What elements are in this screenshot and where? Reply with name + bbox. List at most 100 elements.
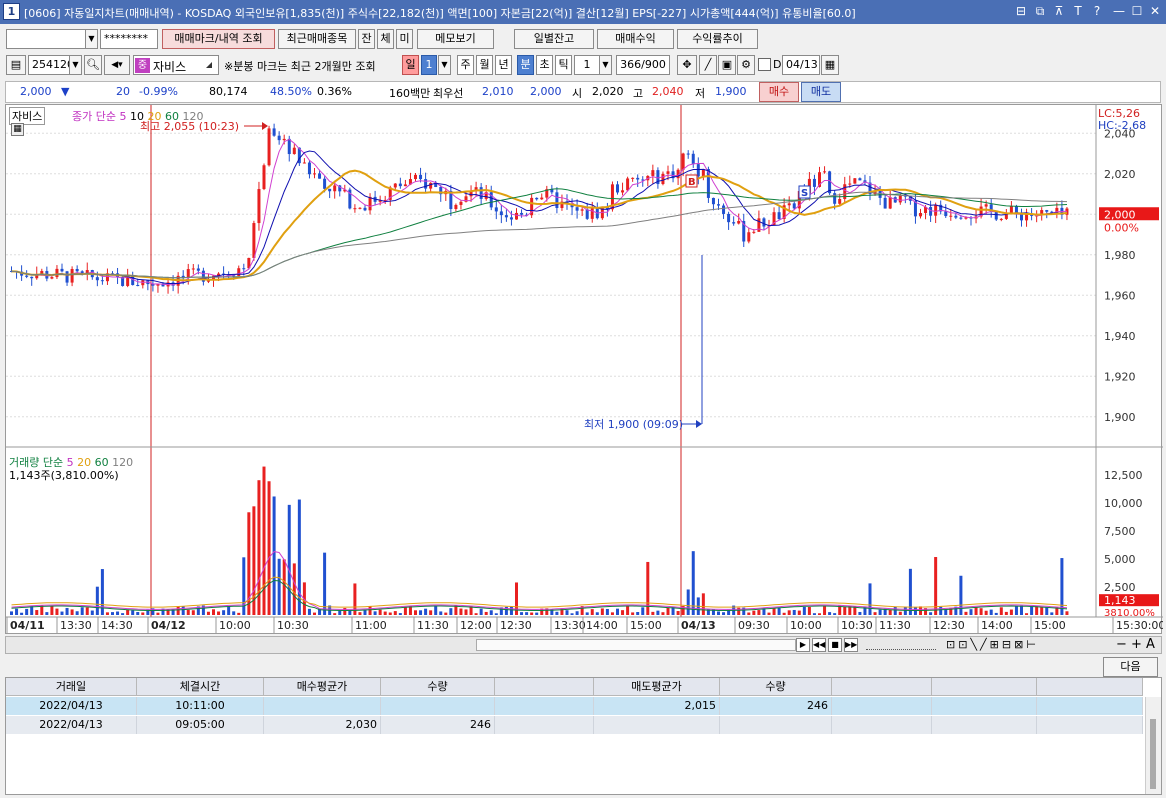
sell-button[interactable]: 매도 bbox=[801, 82, 841, 102]
stock-name-box[interactable]: 중 자비스 bbox=[133, 55, 219, 75]
draw-line-icon[interactable]: ╱ bbox=[699, 55, 717, 75]
volume-bar bbox=[807, 606, 811, 615]
buy-button[interactable]: 매수 bbox=[759, 82, 799, 102]
date-checkbox[interactable] bbox=[758, 58, 771, 71]
x-tick-label: 12:30 bbox=[933, 619, 965, 632]
memo-view-button[interactable]: 메모보기 bbox=[417, 29, 494, 49]
sound-icon[interactable]: ◀▾ bbox=[104, 55, 130, 75]
candle bbox=[186, 269, 190, 278]
volume-bar bbox=[15, 608, 19, 615]
chart-svg[interactable]: 2,0402,0202,0001,9801,9601,9401,9201,900… bbox=[6, 105, 1165, 635]
cell-buy-qty bbox=[381, 697, 495, 715]
zoom-in-out-icon[interactable]: − + A bbox=[1116, 637, 1155, 652]
stock-name: 자비스 bbox=[153, 60, 187, 74]
zoom-tools-icon[interactable]: ⊡⊡╲╱⊞⊟⊠⊢ bbox=[946, 638, 1039, 651]
chart-settings-icon[interactable]: ▤ bbox=[6, 55, 26, 75]
volume-bar bbox=[1060, 558, 1064, 615]
volume-bar bbox=[388, 612, 392, 615]
table-scroll-thumb[interactable] bbox=[1150, 719, 1156, 789]
unexecuted-button[interactable]: 미 bbox=[396, 29, 413, 49]
tab-minute[interactable]: 분 bbox=[517, 55, 534, 75]
rewind-icon[interactable]: ◀◀ bbox=[812, 638, 826, 652]
interval-input[interactable]: 1 bbox=[574, 55, 600, 75]
date-check-label: D bbox=[773, 58, 782, 71]
table-scrollbar[interactable] bbox=[1145, 697, 1161, 794]
scroll-right-icon[interactable]: ▶ bbox=[796, 638, 810, 652]
candle bbox=[353, 208, 357, 210]
stock-badge: 중 bbox=[135, 58, 150, 73]
num-dropdown[interactable]: ▼ bbox=[438, 55, 451, 75]
balance-button[interactable]: 잔 bbox=[358, 29, 375, 49]
candle bbox=[727, 213, 731, 223]
code-dropdown[interactable]: ▼ bbox=[69, 55, 82, 75]
volume-bar bbox=[913, 607, 917, 615]
volume-bar bbox=[777, 607, 781, 615]
candle bbox=[494, 207, 498, 212]
table-row[interactable]: 2022/04/13 09:05:00 2,030 246 bbox=[6, 716, 1143, 734]
date-input[interactable]: 04/13 bbox=[782, 55, 820, 75]
gear-icon[interactable]: ⚙ bbox=[737, 55, 755, 75]
tab-num[interactable]: 1 bbox=[421, 55, 437, 75]
tab-year[interactable]: 년 bbox=[495, 55, 512, 75]
scroll-thumb[interactable] bbox=[476, 639, 796, 651]
table-row[interactable]: 2022/04/13 10:11:00 2,015 246 bbox=[6, 697, 1143, 715]
stock-code-input[interactable]: 254120 bbox=[28, 55, 70, 75]
maximize-icon[interactable]: ☐ bbox=[1130, 4, 1144, 18]
pin-icon[interactable]: ⊼ bbox=[1052, 4, 1066, 18]
volume-bar bbox=[843, 606, 847, 615]
candle bbox=[883, 197, 887, 209]
buy-mark-text: B bbox=[688, 177, 696, 188]
account-input[interactable] bbox=[6, 29, 86, 49]
restore-icon[interactable]: ⊟ bbox=[1014, 4, 1028, 18]
x-tick-label: 15:00 bbox=[1034, 619, 1066, 632]
trade-profit-button[interactable]: 매매수익 bbox=[597, 29, 674, 49]
volume-bar bbox=[903, 606, 907, 615]
recent-trades-button[interactable]: 최근매매종목 bbox=[278, 29, 356, 49]
calendar-icon[interactable]: ▦ bbox=[821, 55, 839, 75]
chart-scrollbar[interactable]: ▶ ◀◀ ■ ▶▶ ⊡⊡╲╱⊞⊟⊠⊢ − + A bbox=[5, 636, 1162, 654]
return-trend-button[interactable]: 수익률추이 bbox=[677, 29, 758, 49]
font-icon[interactable]: T bbox=[1071, 4, 1085, 18]
next-button[interactable]: 다음 bbox=[1103, 657, 1158, 677]
chart-area[interactable]: 2,0402,0202,0001,9801,9601,9401,9201,900… bbox=[5, 104, 1165, 635]
interval-dropdown[interactable]: ▼ bbox=[599, 55, 612, 75]
candle bbox=[752, 231, 756, 233]
volume-bar bbox=[287, 504, 291, 615]
candle bbox=[737, 220, 741, 224]
grid-icon[interactable]: ▦ bbox=[11, 123, 24, 136]
volume-value: 80,174 bbox=[209, 85, 248, 98]
help-icon[interactable]: ? bbox=[1090, 4, 1104, 18]
password-input[interactable]: ******** bbox=[100, 29, 158, 49]
minimize-icon[interactable]: — bbox=[1112, 4, 1126, 18]
volume-bar bbox=[812, 613, 816, 615]
cascade-icon[interactable]: ⧉ bbox=[1033, 4, 1047, 18]
forward-icon[interactable]: ▶▶ bbox=[844, 638, 858, 652]
zoom-slider[interactable] bbox=[866, 640, 936, 650]
volume-bar bbox=[782, 612, 786, 615]
crosshair-icon[interactable]: ✥ bbox=[677, 55, 697, 75]
tab-tick[interactable]: 틱 bbox=[555, 55, 572, 75]
daily-balance-button[interactable]: 일별잔고 bbox=[514, 29, 594, 49]
trade-mark-query-button[interactable]: 매매마크/내역 조회 bbox=[162, 29, 275, 49]
executed-button[interactable]: 체 bbox=[377, 29, 394, 49]
tab-month[interactable]: 월 bbox=[476, 55, 493, 75]
candle bbox=[50, 277, 54, 279]
volume-bar bbox=[373, 611, 377, 615]
volume-bar bbox=[307, 608, 311, 615]
stop-icon[interactable]: ■ bbox=[828, 638, 842, 652]
close-icon[interactable]: ✕ bbox=[1148, 4, 1162, 18]
ma-legend-60: 60 bbox=[164, 110, 179, 123]
search-icon[interactable]: 🔍︎ bbox=[84, 55, 102, 75]
volume-bar bbox=[65, 607, 69, 615]
account-dropdown[interactable]: ▼ bbox=[85, 29, 98, 49]
tab-day[interactable]: 일 bbox=[402, 55, 419, 75]
tab-week[interactable]: 주 bbox=[457, 55, 474, 75]
save-icon[interactable]: ▣ bbox=[718, 55, 736, 75]
tab-second[interactable]: 초 bbox=[536, 55, 553, 75]
count-input[interactable]: 366/900 bbox=[616, 55, 670, 75]
volume-bar bbox=[277, 558, 281, 615]
candle bbox=[636, 177, 640, 180]
cell-date: 2022/04/13 bbox=[6, 716, 137, 734]
high-arrow-head bbox=[262, 122, 268, 130]
volume-bar bbox=[237, 612, 241, 615]
